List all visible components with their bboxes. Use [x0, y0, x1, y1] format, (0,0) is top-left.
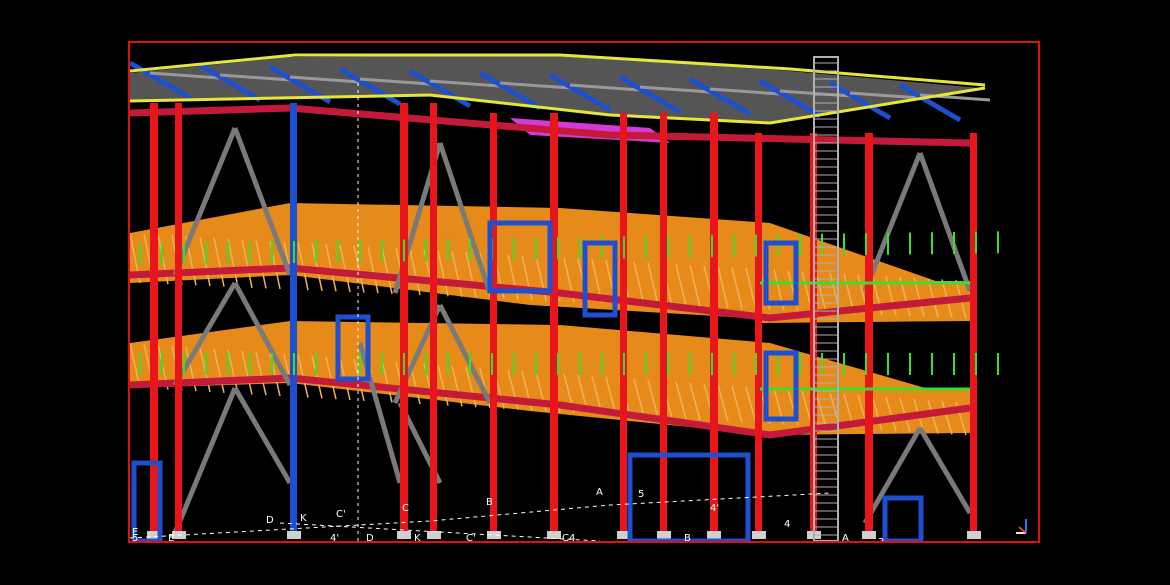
grid-label-1: 5: [132, 533, 138, 541]
grid-label-6: 4': [330, 533, 339, 541]
steel-column: [710, 113, 718, 531]
column-base-plate: [547, 531, 561, 539]
column-base-plate: [967, 531, 981, 539]
steel-column: [490, 113, 497, 531]
grid-label-10: C': [466, 533, 476, 541]
grid-label-14: 5: [638, 489, 644, 500]
steel-column: [175, 103, 182, 531]
steel-column: [660, 113, 667, 531]
steel-column: [290, 103, 297, 531]
grid-label-17: 4: [784, 519, 790, 530]
column-base-plate: [397, 531, 411, 539]
grid-label-8: C: [402, 503, 409, 514]
door-frame-7: [882, 495, 924, 541]
axis-triad-icon[interactable]: [1014, 517, 1032, 535]
diagonal-brace: [862, 426, 923, 525]
grid-label-15: 4': [710, 503, 719, 514]
steel-column: [865, 133, 873, 531]
diagonal-brace: [917, 426, 973, 515]
grid-label-16: B: [684, 533, 691, 541]
diagonal-brace: [917, 152, 973, 292]
column-base-plate: [287, 531, 301, 539]
column-base-plate: [427, 531, 441, 539]
steel-column: [400, 103, 408, 531]
roof-deck: [130, 55, 980, 123]
grid-label-19: 3: [878, 537, 884, 541]
grid-label-13: A: [596, 487, 603, 498]
steel-column: [970, 133, 977, 531]
steel-column: [550, 113, 558, 531]
grid-label-3: D: [266, 515, 274, 526]
model-viewport[interactable]: E 5 E D K C' 4' D C K C' B C4 A 5 4' B 4…: [128, 41, 1040, 543]
column-base-plate: [707, 531, 721, 539]
column-base-plate: [862, 531, 876, 539]
diagonal-brace: [232, 386, 293, 485]
grid-label-18: A: [842, 533, 849, 541]
column-base-plate: [752, 531, 766, 539]
diagonal-brace: [172, 387, 238, 534]
steel-column: [150, 103, 158, 531]
grid-label-11: B: [486, 497, 493, 508]
structural-model-scene[interactable]: E 5 E D K C' 4' D C K C' B C4 A 5 4' B 4…: [130, 43, 1038, 541]
steel-column: [755, 133, 762, 531]
grid-line-1: [130, 492, 831, 539]
grid-label-4: K: [300, 513, 307, 524]
grid-label-9: K: [414, 533, 421, 541]
grid-label-5: C': [336, 509, 346, 520]
grid-label-7: D: [366, 533, 374, 541]
grid-label-2: E: [168, 533, 174, 541]
steel-column: [620, 113, 627, 531]
steel-column: [430, 103, 437, 531]
column-base-plate: [657, 531, 671, 539]
grid-label-12: C4: [562, 533, 575, 541]
